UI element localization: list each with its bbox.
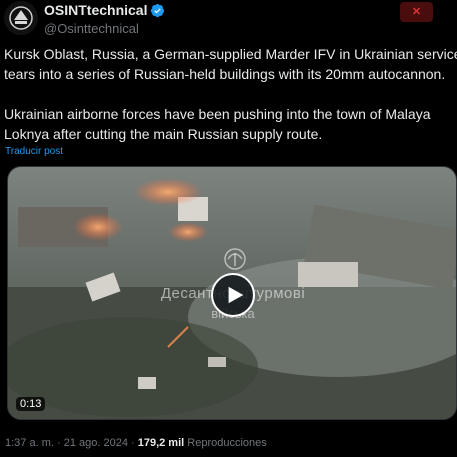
avatar[interactable]	[4, 1, 38, 35]
tweet-line: tears into a series of Russian-held buil…	[4, 66, 446, 82]
tweet-meta: 1:37 a. m. · 21 ago. 2024 · 179,2 mil Re…	[5, 437, 267, 449]
translate-link[interactable]: Traducir post	[5, 146, 63, 157]
views-count: 179,2 mil	[137, 437, 185, 449]
handle[interactable]: @Osinttechnical	[44, 21, 139, 36]
meta-separator: ·	[127, 437, 138, 449]
tweet-time[interactable]: 1:37 a. m.	[5, 437, 54, 449]
name-row: OSINTtechnical	[44, 2, 165, 18]
play-icon	[228, 286, 243, 304]
tweet-date[interactable]: 21 ago. 2024	[64, 437, 128, 449]
close-icon: ✕	[411, 5, 422, 18]
video-player[interactable]: Десантно-штурмові війська 0:13	[7, 166, 457, 420]
close-button[interactable]: ✕	[400, 2, 433, 22]
display-name[interactable]: OSINTtechnical	[44, 2, 147, 18]
video-duration: 0:13	[16, 397, 46, 411]
tweet-line: Ukrainian airborne forces have been push…	[4, 106, 431, 122]
meta-separator: ·	[53, 437, 64, 449]
avatar-logo-icon	[4, 1, 38, 35]
views-label: Reproducciones	[187, 437, 267, 449]
airborne-emblem-icon	[224, 248, 246, 270]
tweet-header: OSINTtechnical @Osinttechnical ✕	[0, 0, 457, 44]
play-button[interactable]	[211, 273, 255, 317]
tweet-line: Kursk Oblast, Russia, a German-supplied …	[4, 46, 457, 62]
tweet-line: Loknya after cutting the main Russian su…	[4, 126, 323, 142]
verified-badge-icon	[151, 3, 165, 17]
tweet-text: Kursk Oblast, Russia, a German-supplied …	[4, 44, 457, 144]
